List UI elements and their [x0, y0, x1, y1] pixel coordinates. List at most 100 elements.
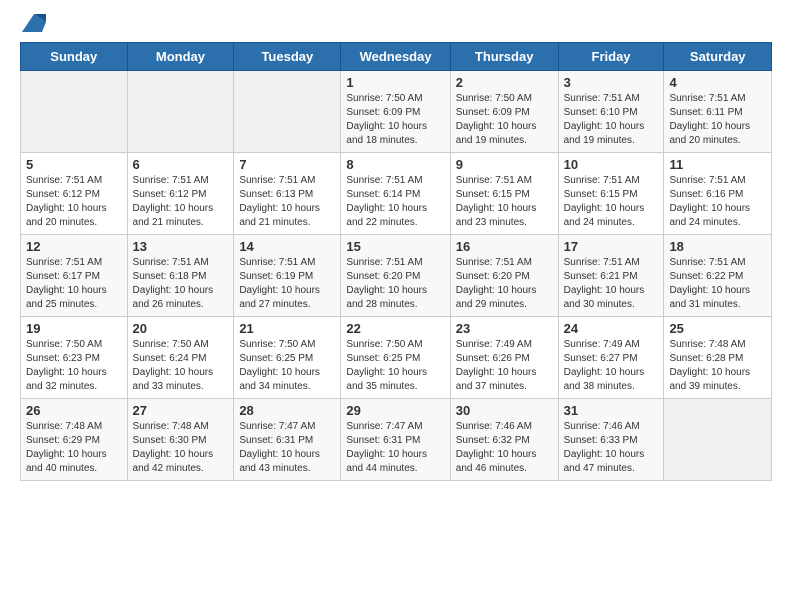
day-info: Sunrise: 7:50 AM Sunset: 6:25 PM Dayligh…: [346, 338, 444, 394]
day-info: Sunrise: 7:50 AM Sunset: 6:23 PM Dayligh…: [26, 338, 122, 394]
calendar-cell: 18 Sunrise: 7:51 AM Sunset: 6:22 PM Dayli…: [664, 235, 772, 317]
header: [20, 16, 772, 30]
day-number: 13: [133, 239, 229, 254]
day-info: Sunrise: 7:47 AM Sunset: 6:31 PM Dayligh…: [346, 420, 444, 476]
calendar-cell: [127, 71, 234, 153]
day-number: 10: [564, 157, 659, 172]
day-number: 1: [346, 75, 444, 90]
calendar-cell: 8 Sunrise: 7:51 AM Sunset: 6:14 PM Daylig…: [341, 153, 450, 235]
calendar-cell: 13 Sunrise: 7:51 AM Sunset: 6:18 PM Dayli…: [127, 235, 234, 317]
day-number: 5: [26, 157, 122, 172]
day-number: 20: [133, 321, 229, 336]
day-number: 3: [564, 75, 659, 90]
day-number: 28: [239, 403, 335, 418]
calendar-cell: 11 Sunrise: 7:51 AM Sunset: 6:16 PM Dayli…: [664, 153, 772, 235]
day-info: Sunrise: 7:51 AM Sunset: 6:13 PM Dayligh…: [239, 174, 335, 230]
day-info: Sunrise: 7:51 AM Sunset: 6:16 PM Dayligh…: [669, 174, 766, 230]
calendar-cell: 1 Sunrise: 7:50 AM Sunset: 6:09 PM Daylig…: [341, 71, 450, 153]
day-info: Sunrise: 7:49 AM Sunset: 6:26 PM Dayligh…: [456, 338, 553, 394]
day-info: Sunrise: 7:51 AM Sunset: 6:15 PM Dayligh…: [456, 174, 553, 230]
day-info: Sunrise: 7:51 AM Sunset: 6:21 PM Dayligh…: [564, 256, 659, 312]
logo-icon: [22, 14, 46, 32]
day-number: 26: [26, 403, 122, 418]
calendar-cell: 19 Sunrise: 7:50 AM Sunset: 6:23 PM Dayli…: [21, 317, 128, 399]
day-info: Sunrise: 7:51 AM Sunset: 6:20 PM Dayligh…: [346, 256, 444, 312]
calendar-cell: 14Sunrise: 7:51 AM Sunset: 6:19 PM Dayli…: [234, 235, 341, 317]
weekday-header-sunday: Sunday: [21, 43, 128, 71]
calendar-cell: 6Sunrise: 7:51 AM Sunset: 6:12 PM Daylig…: [127, 153, 234, 235]
week-row-3: 12 Sunrise: 7:51 AM Sunset: 6:17 PM Dayli…: [21, 235, 772, 317]
day-number: 21: [239, 321, 335, 336]
day-info: Sunrise: 7:51 AM Sunset: 6:18 PM Dayligh…: [133, 256, 229, 312]
day-number: 15: [346, 239, 444, 254]
page: SundayMondayTuesdayWednesdayThursdayFrid…: [0, 0, 792, 497]
calendar-cell: 10 Sunrise: 7:51 AM Sunset: 6:15 PM Dayli…: [558, 153, 664, 235]
weekday-header-saturday: Saturday: [664, 43, 772, 71]
calendar-cell: 15 Sunrise: 7:51 AM Sunset: 6:20 PM Dayli…: [341, 235, 450, 317]
day-number: 16: [456, 239, 553, 254]
day-number: 8: [346, 157, 444, 172]
day-info: Sunrise: 7:50 AM Sunset: 6:09 PM Dayligh…: [456, 92, 553, 148]
day-info: Sunrise: 7:46 AM Sunset: 6:33 PM Dayligh…: [564, 420, 659, 476]
calendar-cell: [21, 71, 128, 153]
weekday-header-friday: Friday: [558, 43, 664, 71]
day-number: 14: [239, 239, 335, 254]
calendar-cell: 23 Sunrise: 7:49 AM Sunset: 6:26 PM Dayli…: [450, 317, 558, 399]
calendar-cell: 22 Sunrise: 7:50 AM Sunset: 6:25 PM Dayli…: [341, 317, 450, 399]
day-info: Sunrise: 7:51 AM Sunset: 6:15 PM Dayligh…: [564, 174, 659, 230]
day-number: 30: [456, 403, 553, 418]
calendar-cell: 24Sunrise: 7:49 AM Sunset: 6:27 PM Dayli…: [558, 317, 664, 399]
day-number: 2: [456, 75, 553, 90]
day-info: Sunrise: 7:51 AM Sunset: 6:12 PM Dayligh…: [26, 174, 122, 230]
day-info: Sunrise: 7:48 AM Sunset: 6:30 PM Dayligh…: [133, 420, 229, 476]
weekday-header-row: SundayMondayTuesdayWednesdayThursdayFrid…: [21, 43, 772, 71]
day-info: Sunrise: 7:50 AM Sunset: 6:25 PM Dayligh…: [239, 338, 335, 394]
calendar-cell: 12 Sunrise: 7:51 AM Sunset: 6:17 PM Dayli…: [21, 235, 128, 317]
calendar-cell: 4Sunrise: 7:51 AM Sunset: 6:11 PM Daylig…: [664, 71, 772, 153]
week-row-2: 5 Sunrise: 7:51 AM Sunset: 6:12 PM Daylig…: [21, 153, 772, 235]
day-info: Sunrise: 7:47 AM Sunset: 6:31 PM Dayligh…: [239, 420, 335, 476]
day-number: 25: [669, 321, 766, 336]
calendar-cell: 7 Sunrise: 7:51 AM Sunset: 6:13 PM Daylig…: [234, 153, 341, 235]
calendar: SundayMondayTuesdayWednesdayThursdayFrid…: [20, 42, 772, 481]
day-info: Sunrise: 7:46 AM Sunset: 6:32 PM Dayligh…: [456, 420, 553, 476]
day-info: Sunrise: 7:50 AM Sunset: 6:24 PM Dayligh…: [133, 338, 229, 394]
day-number: 31: [564, 403, 659, 418]
day-info: Sunrise: 7:50 AM Sunset: 6:09 PM Dayligh…: [346, 92, 444, 148]
weekday-header-tuesday: Tuesday: [234, 43, 341, 71]
calendar-cell: 16 Sunrise: 7:51 AM Sunset: 6:20 PM Dayli…: [450, 235, 558, 317]
calendar-cell: 17Sunrise: 7:51 AM Sunset: 6:21 PM Dayli…: [558, 235, 664, 317]
logo: [20, 16, 46, 30]
day-number: 12: [26, 239, 122, 254]
calendar-cell: 3 Sunrise: 7:51 AM Sunset: 6:10 PM Daylig…: [558, 71, 664, 153]
day-info: Sunrise: 7:51 AM Sunset: 6:17 PM Dayligh…: [26, 256, 122, 312]
calendar-cell: 29Sunrise: 7:47 AM Sunset: 6:31 PM Dayli…: [341, 399, 450, 481]
weekday-header-thursday: Thursday: [450, 43, 558, 71]
day-number: 22: [346, 321, 444, 336]
calendar-cell: 20 Sunrise: 7:50 AM Sunset: 6:24 PM Dayli…: [127, 317, 234, 399]
calendar-cell: [234, 71, 341, 153]
calendar-cell: 30 Sunrise: 7:46 AM Sunset: 6:32 PM Dayli…: [450, 399, 558, 481]
day-number: 4: [669, 75, 766, 90]
weekday-header-monday: Monday: [127, 43, 234, 71]
day-number: 18: [669, 239, 766, 254]
calendar-cell: 27 Sunrise: 7:48 AM Sunset: 6:30 PM Dayli…: [127, 399, 234, 481]
day-info: Sunrise: 7:51 AM Sunset: 6:12 PM Dayligh…: [133, 174, 229, 230]
day-info: Sunrise: 7:51 AM Sunset: 6:14 PM Dayligh…: [346, 174, 444, 230]
day-number: 23: [456, 321, 553, 336]
calendar-cell: 5 Sunrise: 7:51 AM Sunset: 6:12 PM Daylig…: [21, 153, 128, 235]
calendar-cell: 28 Sunrise: 7:47 AM Sunset: 6:31 PM Dayli…: [234, 399, 341, 481]
day-info: Sunrise: 7:51 AM Sunset: 6:10 PM Dayligh…: [564, 92, 659, 148]
day-number: 11: [669, 157, 766, 172]
weekday-header-wednesday: Wednesday: [341, 43, 450, 71]
week-row-5: 26Sunrise: 7:48 AM Sunset: 6:29 PM Dayli…: [21, 399, 772, 481]
day-number: 19: [26, 321, 122, 336]
day-info: Sunrise: 7:49 AM Sunset: 6:27 PM Dayligh…: [564, 338, 659, 394]
calendar-cell: 2 Sunrise: 7:50 AM Sunset: 6:09 PM Daylig…: [450, 71, 558, 153]
day-info: Sunrise: 7:51 AM Sunset: 6:22 PM Dayligh…: [669, 256, 766, 312]
calendar-cell: [664, 399, 772, 481]
day-number: 7: [239, 157, 335, 172]
day-number: 27: [133, 403, 229, 418]
day-info: Sunrise: 7:51 AM Sunset: 6:20 PM Dayligh…: [456, 256, 553, 312]
calendar-cell: 21 Sunrise: 7:50 AM Sunset: 6:25 PM Dayli…: [234, 317, 341, 399]
